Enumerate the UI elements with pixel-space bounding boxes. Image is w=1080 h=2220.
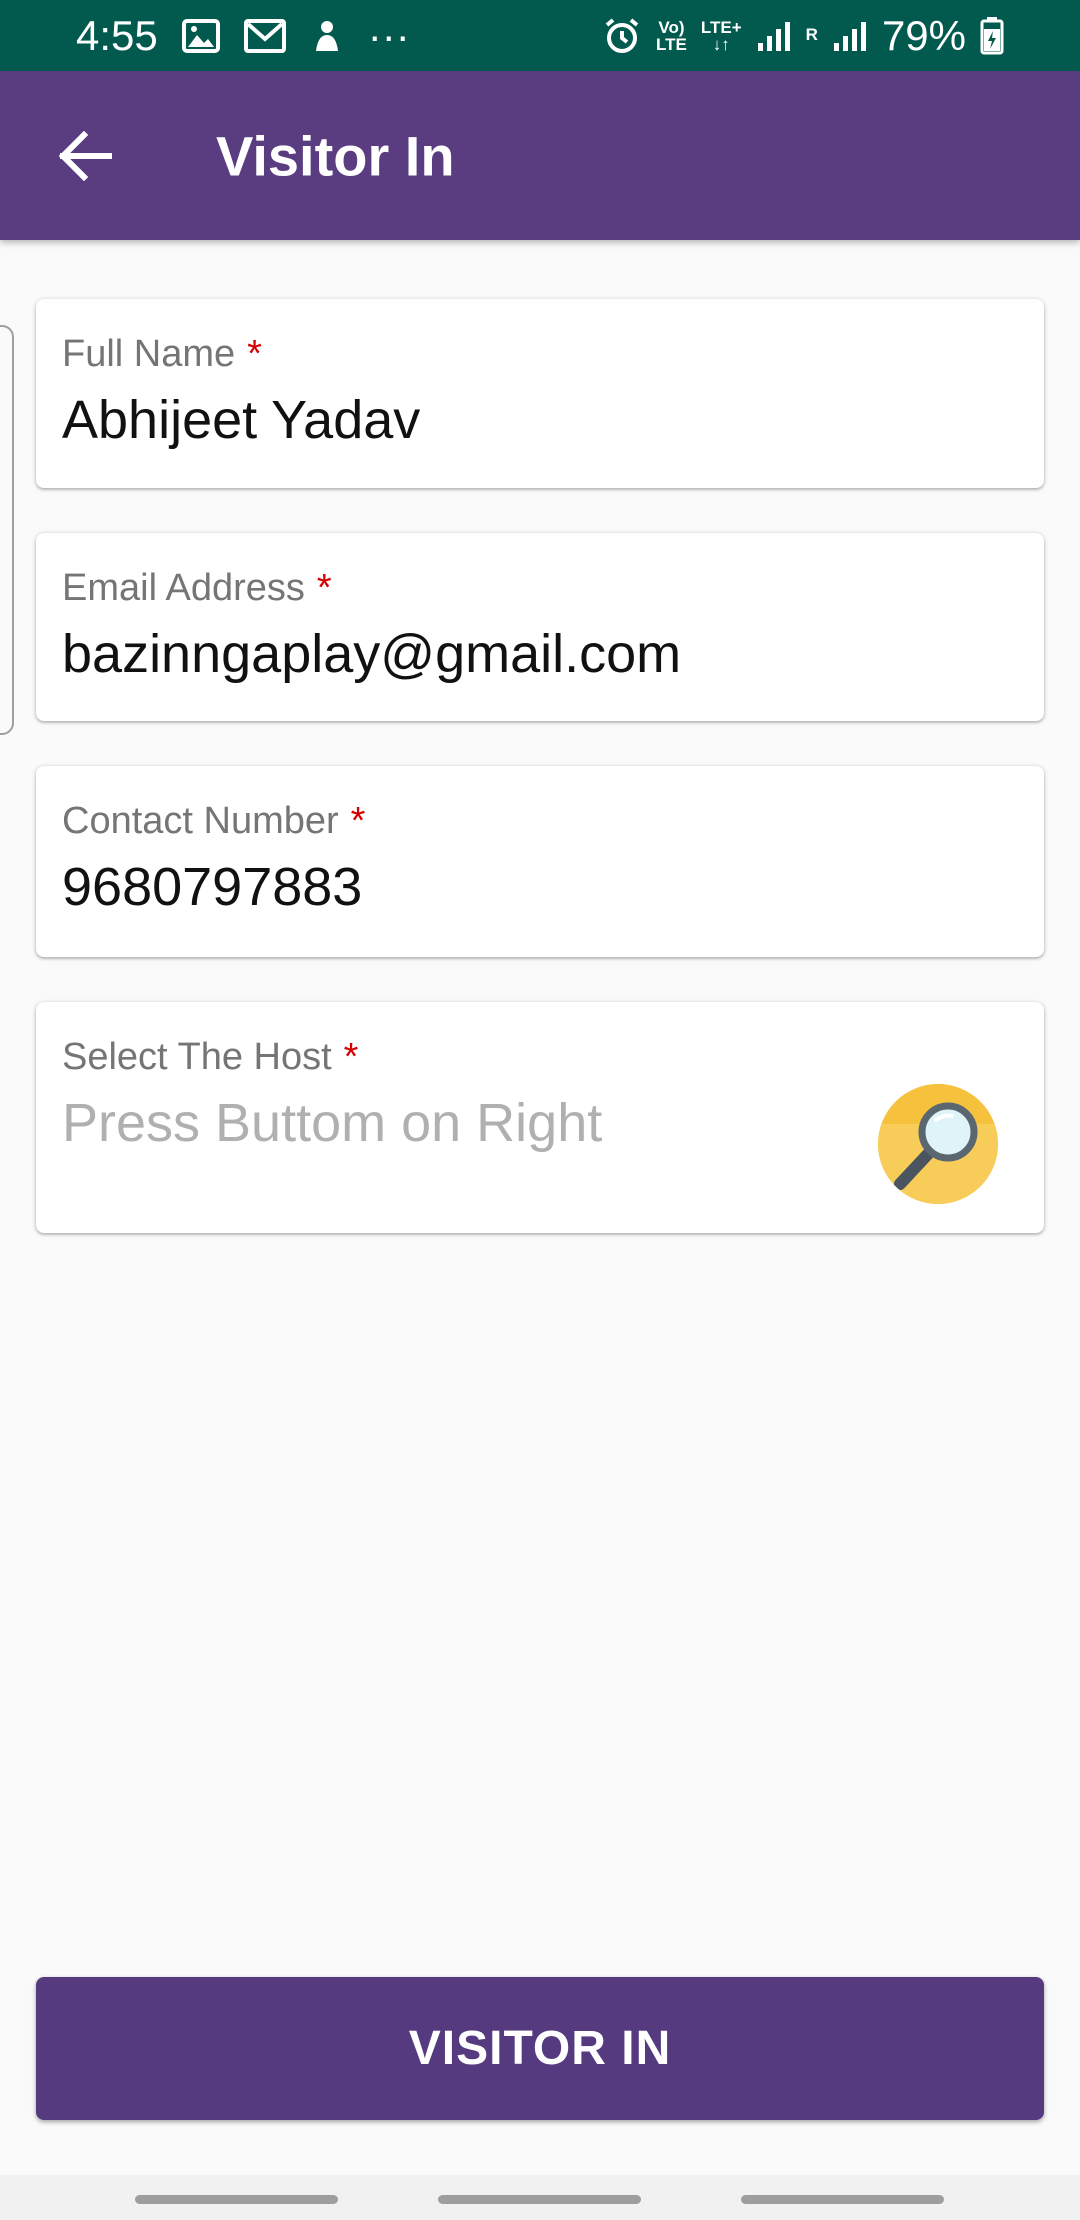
host-card: Select The Host *	[36, 1002, 1044, 1233]
email-label: Email Address *	[62, 567, 332, 609]
status-left: 4:55 ···	[76, 12, 410, 60]
volte-indicator: Vo) LTE	[656, 17, 687, 54]
alarm-icon	[602, 16, 642, 56]
app-bar: Visitor In	[0, 71, 1080, 240]
magnifier-icon	[878, 1084, 998, 1204]
required-asterisk: *	[343, 1036, 359, 1078]
arrow-left-icon	[58, 130, 112, 181]
nav-recent-pill[interactable]	[135, 2195, 338, 2204]
nav-back-pill[interactable]	[741, 2195, 944, 2204]
roaming-indicator: R	[805, 24, 818, 44]
visitor-in-button[interactable]: VISITOR IN	[36, 1977, 1044, 2120]
full-name-input[interactable]	[62, 389, 962, 451]
contact-label: Contact Number *	[62, 800, 366, 842]
host-search-button[interactable]	[878, 1084, 998, 1204]
host-label: Select The Host *	[62, 1036, 359, 1078]
nav-home-pill[interactable]	[438, 2195, 641, 2204]
battery-charging-icon	[980, 16, 1004, 55]
status-right: Vo) LTE LTE+ ↓↑ R 79%	[602, 12, 1004, 60]
contact-input[interactable]	[62, 856, 962, 918]
full-name-card: Full Name *	[36, 299, 1044, 488]
email-card: Email Address *	[36, 533, 1044, 721]
system-nav-bar	[0, 2175, 1080, 2220]
gallery-icon	[181, 18, 220, 53]
page-title: Visitor In	[216, 124, 455, 187]
gmail-icon	[243, 18, 286, 53]
signal-icon	[756, 19, 792, 53]
status-bar: 4:55 ··· Vo) LTE LTE+ ↓↑ R 79%	[0, 0, 1080, 71]
back-button[interactable]	[50, 121, 120, 191]
required-asterisk: *	[350, 800, 366, 842]
contact-card: Contact Number *	[36, 766, 1044, 957]
signal-roaming-icon	[832, 19, 868, 53]
full-name-label: Full Name *	[62, 333, 262, 375]
status-time: 4:55	[76, 11, 158, 59]
offscreen-panel-edge	[0, 325, 14, 735]
more-notifications-icon: ···	[367, 11, 410, 59]
notification-icon	[310, 19, 344, 53]
battery-percent: 79%	[881, 11, 966, 59]
email-input[interactable]	[62, 623, 962, 685]
host-input[interactable]	[62, 1092, 822, 1154]
required-asterisk: *	[316, 567, 332, 609]
lte-plus-indicator: LTE+ ↓↑	[700, 17, 742, 54]
required-asterisk: *	[247, 333, 262, 375]
